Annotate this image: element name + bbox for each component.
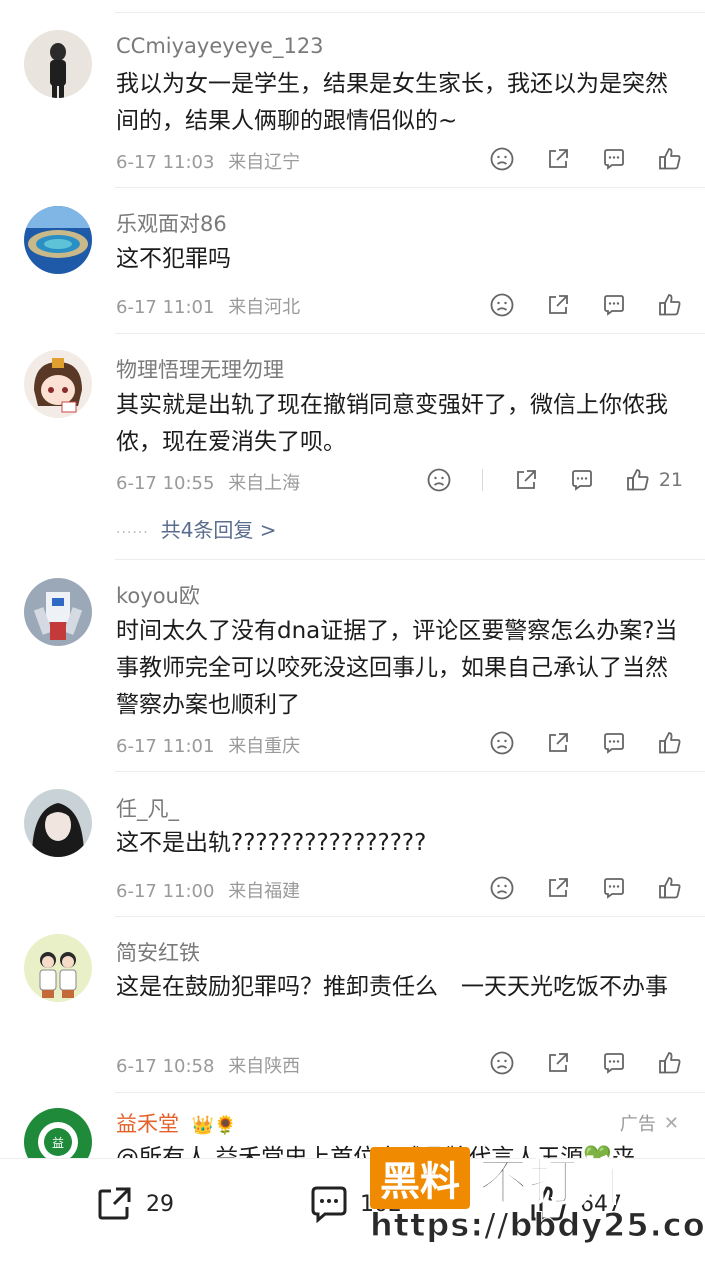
comment-meta: 6-17 10:58 来自陕西 — [116, 1052, 300, 1078]
divider — [115, 333, 705, 334]
like-count: 21 — [658, 469, 683, 491]
comment-icon[interactable] — [601, 730, 627, 756]
watermark-text: 不打烊 — [477, 1152, 629, 1212]
comment-actions: 21 — [396, 465, 683, 495]
share-icon[interactable] — [545, 292, 571, 318]
dislike-icon[interactable] — [489, 1050, 515, 1076]
action-separator — [481, 469, 483, 491]
comment-actions — [459, 728, 683, 758]
comment-actions — [459, 1048, 683, 1078]
comment-username[interactable]: koyou欧 — [116, 580, 200, 610]
divider — [115, 12, 705, 13]
like-icon[interactable] — [657, 292, 683, 318]
watermark-url: https://bbdy25.com — [369, 1206, 705, 1245]
comment-meta: 6-17 11:03 来自辽宁 — [116, 148, 300, 174]
comment-time: 6-17 11:01 — [116, 736, 215, 757]
ad-name: 益禾堂 — [116, 1112, 179, 1136]
dislike-icon[interactable] — [489, 146, 515, 172]
like-icon[interactable] — [657, 146, 683, 172]
comment-text: 其实就是出轨了现在撤销同意变强奸了，微信上你侬我侬，现在爱消失了呗。 — [116, 392, 668, 455]
comment-icon[interactable] — [569, 467, 595, 493]
comment-time: 6-17 10:55 — [116, 473, 215, 494]
avatar[interactable] — [24, 578, 92, 646]
comment-time: 6-17 10:58 — [116, 1056, 215, 1077]
like-icon[interactable] — [657, 730, 683, 756]
comment-icon[interactable] — [601, 292, 627, 318]
replies-label: 共4条回复 > — [160, 518, 277, 542]
comment-location: 来自河北 — [228, 297, 301, 318]
divider — [115, 916, 705, 917]
comment-username[interactable]: 简安红铁 — [116, 937, 200, 967]
comment-actions — [459, 873, 683, 903]
ad-name-row[interactable]: 益禾堂 👑🌻 — [116, 1108, 237, 1138]
comment-location: 来自陕西 — [228, 1056, 301, 1077]
comment-time: 6-17 11:03 — [116, 152, 215, 173]
comment-actions — [459, 144, 683, 174]
comment-meta: 6-17 10:55 来自上海 — [116, 469, 300, 495]
comment-time: 6-17 11:01 — [116, 297, 215, 318]
comment-meta: 6-17 11:00 来自福建 — [116, 877, 300, 903]
dislike-icon[interactable] — [489, 875, 515, 901]
comment-location: 来自重庆 — [228, 736, 301, 757]
comment-icon[interactable] — [601, 146, 627, 172]
repost-count: 29 — [146, 1191, 174, 1217]
divider — [115, 559, 705, 560]
repost-icon — [98, 1187, 131, 1220]
divider — [115, 1092, 705, 1093]
ad-label: 广告 — [619, 1114, 656, 1135]
svg-text:益: 益 — [52, 1136, 64, 1150]
close-icon[interactable]: ✕ — [664, 1113, 679, 1134]
comment-username[interactable]: 物理悟理无理勿理 — [116, 354, 284, 384]
like-icon[interactable] — [657, 875, 683, 901]
avatar[interactable] — [24, 30, 92, 98]
comment-icon[interactable] — [601, 875, 627, 901]
share-icon[interactable] — [545, 875, 571, 901]
share-icon[interactable] — [545, 1050, 571, 1076]
comment-username[interactable]: CCmiyayeyeye_123 — [116, 34, 324, 58]
avatar[interactable] — [24, 206, 92, 274]
dislike-icon[interactable] — [426, 467, 452, 493]
dislike-icon[interactable] — [489, 730, 515, 756]
dislike-icon[interactable] — [489, 292, 515, 318]
avatar[interactable] — [24, 789, 92, 857]
share-icon[interactable] — [545, 730, 571, 756]
comment-time: 6-17 11:00 — [116, 881, 215, 902]
comment-location: 来自上海 — [228, 473, 301, 494]
comment-text: 这是在鼓励犯罪吗？推卸责任么 一天天光吃饭不办事 — [116, 974, 668, 1000]
watermark-box: 黑料 — [370, 1147, 470, 1209]
comment-meta: 6-17 11:01 来自河北 — [116, 293, 300, 319]
repost-button[interactable]: 29 — [94, 1183, 174, 1225]
comment-username[interactable]: 乐观面对86 — [116, 208, 227, 238]
comment-location: 来自辽宁 — [228, 152, 301, 173]
avatar[interactable] — [24, 350, 92, 418]
comment-icon[interactable] — [601, 1050, 627, 1076]
avatar[interactable] — [24, 934, 92, 1002]
comment-text: 这不是出轨???????????????? — [116, 830, 427, 856]
share-icon[interactable] — [513, 467, 539, 493]
comment-username[interactable]: 任_凡_ — [116, 793, 179, 823]
comment-location: 来自福建 — [228, 881, 301, 902]
comment-text: 我以为女一是学生，结果是女生家长，我还以为是突然间的，结果人俩聊的跟情侣似的~ — [116, 71, 668, 134]
ad-badge-icons: 👑🌻 — [191, 1115, 237, 1136]
like-icon[interactable] — [657, 1050, 683, 1076]
watermark-logo: 黑料 不打烊 — [370, 1142, 629, 1214]
like-icon[interactable]: 21 — [625, 467, 683, 493]
replies-dots: ······ — [116, 525, 149, 541]
divider — [115, 771, 705, 772]
ad-tag: 广告 ✕ — [620, 1110, 679, 1136]
comment-text: 时间太久了没有dna证据了，评论区要警察怎么办案?当事教师完全可以咬死没这回事儿… — [116, 618, 678, 718]
share-icon[interactable] — [545, 146, 571, 172]
view-replies-link[interactable]: ······ 共4条回复 > — [116, 514, 277, 543]
comment-text: 这不犯罪吗 — [116, 246, 231, 272]
comment-actions — [459, 290, 683, 320]
divider — [115, 187, 705, 188]
comment-meta: 6-17 11:01 来自重庆 — [116, 732, 300, 758]
comment-bubble-icon — [311, 1186, 347, 1224]
